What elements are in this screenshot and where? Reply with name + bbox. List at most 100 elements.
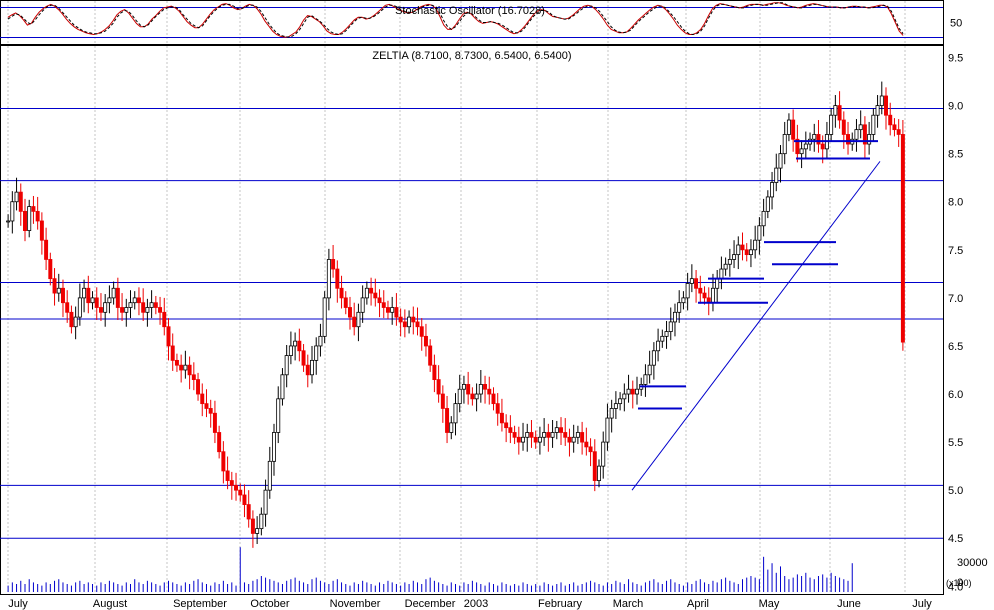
candle-body [158, 307, 163, 313]
x-axis-label: July [8, 598, 28, 610]
candle-body [14, 191, 19, 203]
candle-body [689, 278, 694, 284]
candle-body [86, 287, 91, 304]
candle-body [694, 278, 699, 289]
price-tick-label: 8.0 [948, 197, 963, 209]
price-tick-label: 9.5 [948, 53, 963, 65]
candle-body [470, 393, 475, 400]
candle-body [521, 436, 526, 443]
candle-body [284, 355, 289, 376]
x-axis-label: September [173, 598, 227, 610]
candle-body [660, 335, 665, 342]
candle-body [698, 287, 703, 294]
candle-body [871, 114, 876, 135]
candle-body [31, 206, 36, 212]
candle-body [402, 321, 407, 328]
candle-body [352, 316, 357, 328]
candle-body [778, 153, 783, 169]
candle-body [356, 311, 361, 328]
candle-body [73, 316, 78, 328]
candle-body [613, 403, 618, 409]
candle-body [635, 388, 639, 395]
stochastic-panel: 50 Stochastic Oscillator (16.7028) [0, 0, 962, 45]
candle-body [664, 331, 669, 337]
volume-label: (x100) [946, 578, 972, 588]
candle-body [504, 422, 509, 429]
candle-body [407, 316, 412, 328]
candle-body [242, 494, 247, 505]
candle-body [377, 297, 382, 304]
candle-body [461, 384, 466, 390]
candle-body [339, 287, 344, 299]
candle-body [879, 95, 884, 107]
candle-body [221, 451, 226, 472]
candle-body [234, 484, 239, 491]
candle-body [892, 124, 897, 131]
candle-body [364, 287, 369, 299]
candle-body [651, 350, 656, 366]
candle-body [385, 307, 390, 313]
candle-body [774, 167, 779, 183]
candle-body [272, 432, 276, 462]
candle-body [512, 432, 517, 438]
candle-body [124, 307, 129, 313]
candle-body [841, 119, 846, 135]
candle-body [153, 302, 158, 308]
candle-body [782, 134, 787, 155]
price-tick-label: 9.0 [948, 101, 963, 113]
candle-body [740, 244, 745, 251]
x-axis-label: December [405, 598, 456, 610]
candle-body [390, 307, 395, 313]
candle-body [326, 259, 331, 299]
candle-body [39, 220, 44, 241]
candle-body [732, 254, 737, 260]
candle-body [618, 398, 623, 405]
candle-body [369, 287, 374, 294]
candle-body [896, 129, 901, 135]
candle-body [69, 311, 74, 328]
candle-body [373, 292, 378, 299]
candle-body [318, 335, 323, 347]
candle-body [727, 259, 732, 265]
x-axis-label: February [538, 598, 583, 610]
x-axis-label: April [687, 598, 709, 610]
x-axis-label: 2003 [464, 598, 488, 610]
candle-body [6, 220, 11, 223]
candle-body [563, 432, 568, 438]
candle-body [183, 364, 188, 371]
candle-body [710, 287, 715, 304]
x-axis-label: November [330, 598, 381, 610]
candle-body [816, 134, 821, 145]
candle-body [854, 129, 859, 140]
candle-body [668, 321, 673, 332]
candle-body [398, 316, 403, 323]
candle-body [449, 422, 454, 433]
candle-body [267, 460, 272, 491]
candle-body [297, 340, 302, 352]
candle-body [571, 436, 576, 443]
x-axis-label: August [93, 598, 127, 610]
candle-body [120, 307, 125, 313]
candle-body [609, 408, 614, 419]
price-tick-label: 7.0 [948, 293, 963, 305]
candle-body [196, 379, 201, 395]
candle-body [314, 345, 319, 361]
candle-body [276, 398, 281, 433]
candle-body [348, 307, 352, 318]
candle-body [900, 134, 905, 343]
candle-body [56, 287, 61, 294]
candle-body [453, 403, 458, 424]
candle-body [107, 297, 112, 304]
candle-body [626, 388, 631, 395]
candle-body [200, 393, 205, 405]
candle-body [715, 278, 720, 289]
price-tick-label: 8.5 [948, 149, 963, 161]
candle-body [305, 364, 310, 376]
price-tick-label: 5.0 [948, 485, 963, 497]
stock-chart: 50 Stochastic Oscillator (16.7028) 4.04.… [0, 0, 988, 610]
candle-body [103, 302, 108, 313]
candle-body [52, 278, 57, 294]
candle-body [761, 210, 766, 227]
candle-body [18, 191, 23, 212]
candle-body [440, 393, 445, 409]
